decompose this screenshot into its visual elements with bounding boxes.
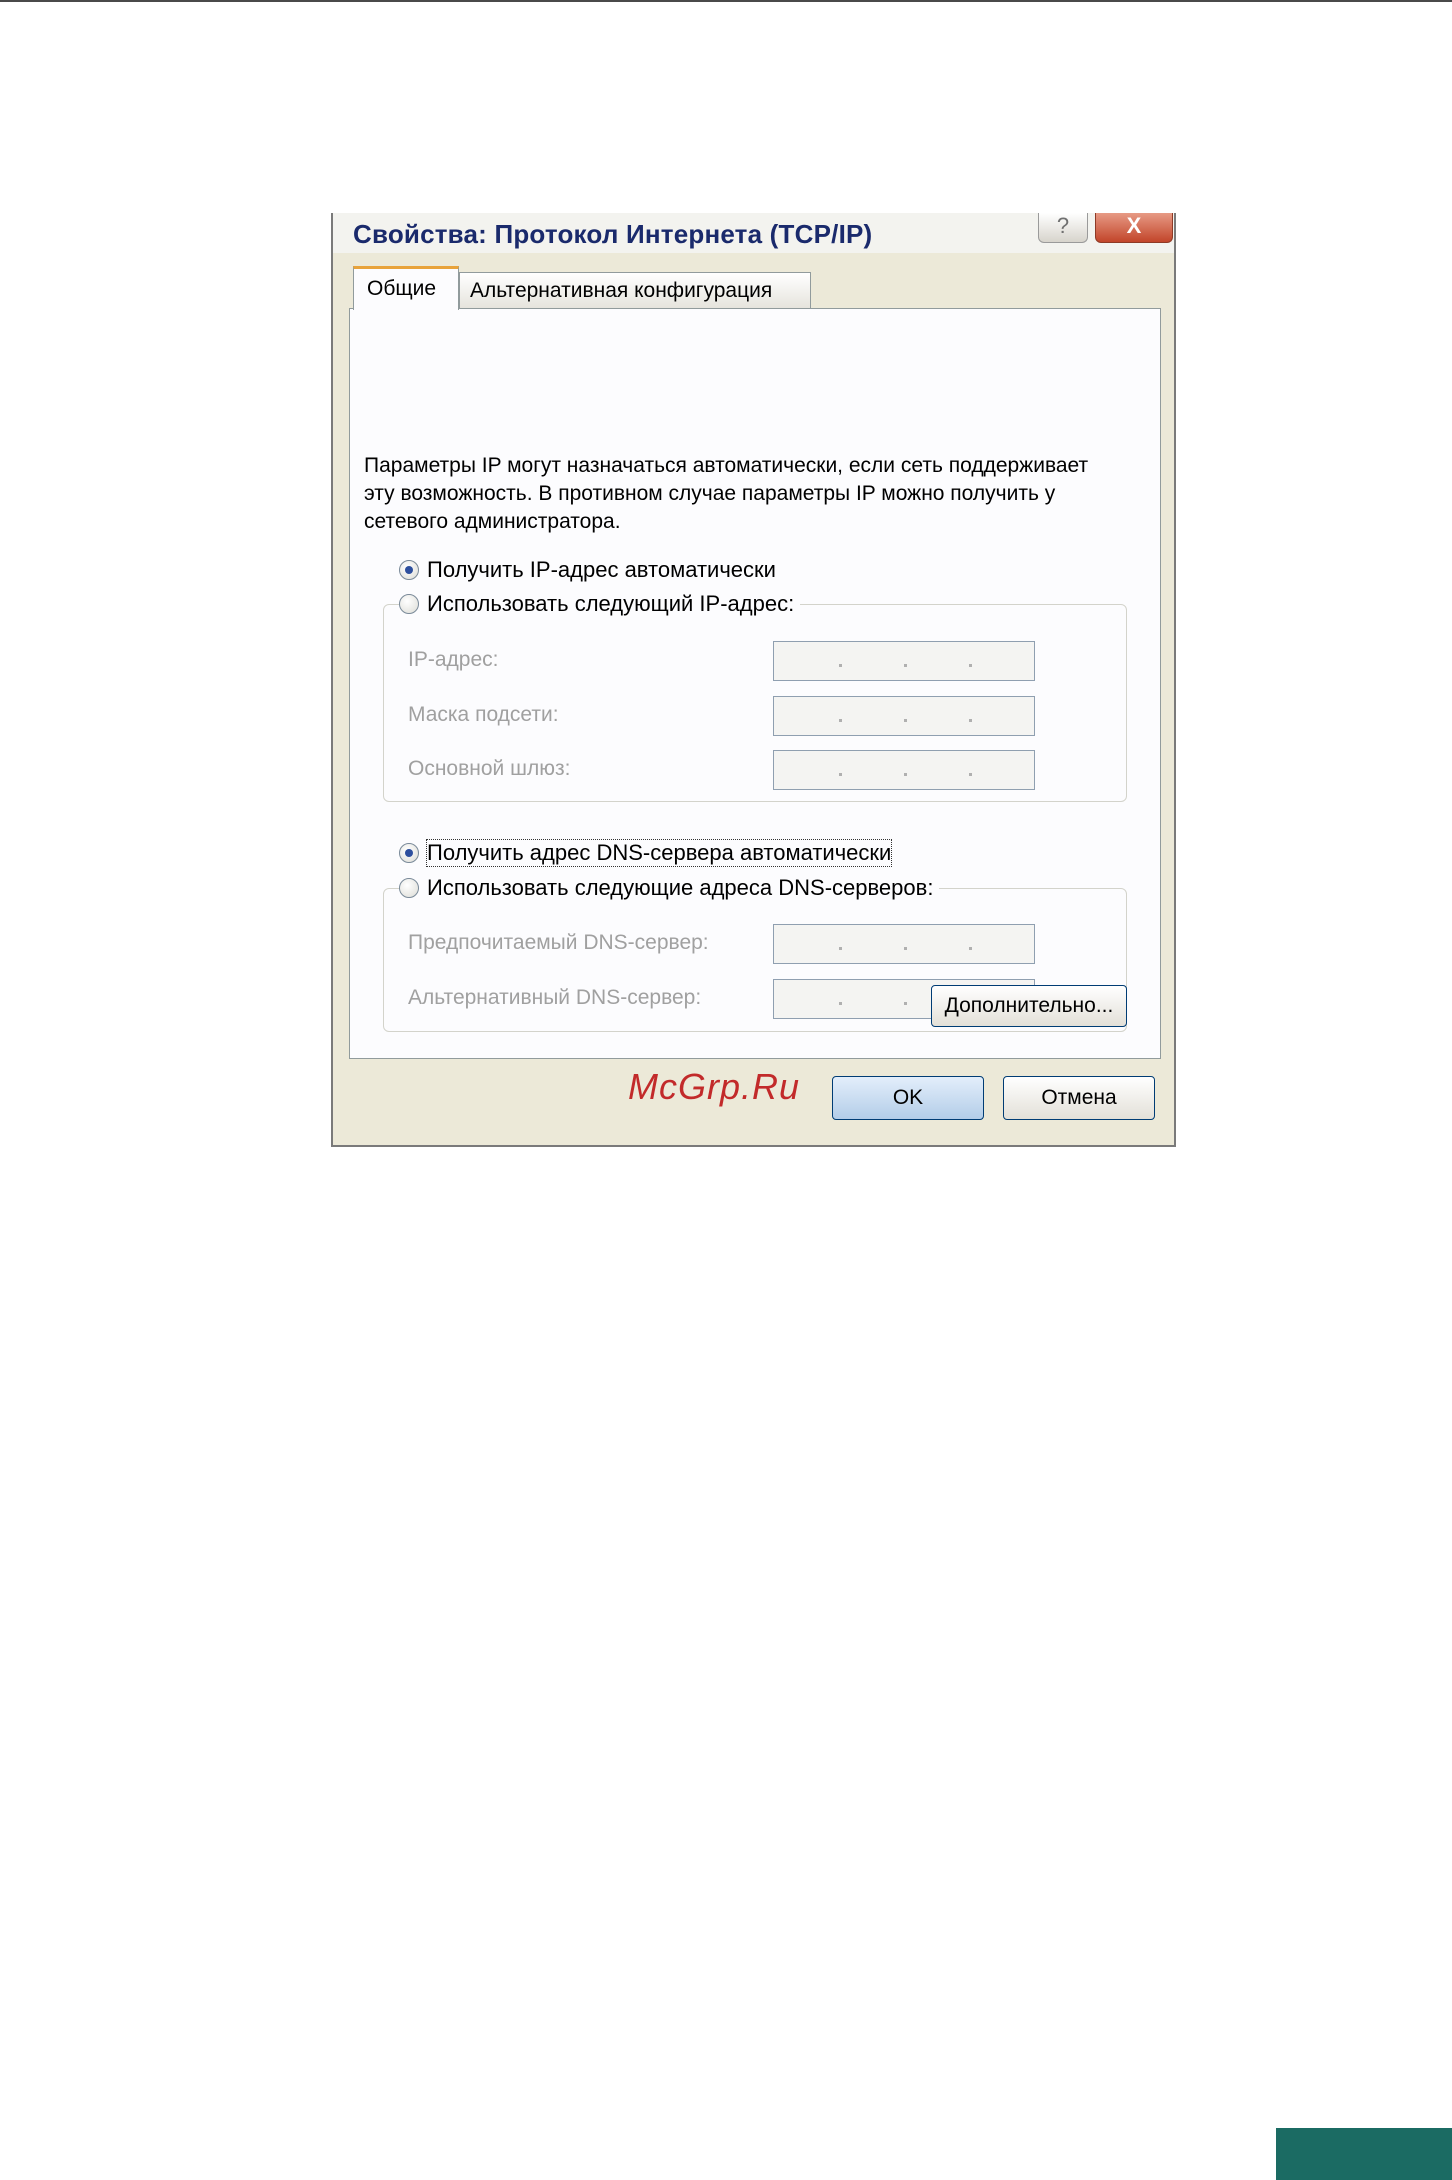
tcpip-properties-dialog: Свойства: Протокол Интернета (TCP/IP) ? … [331,213,1176,1147]
help-button[interactable]: ? [1038,213,1088,243]
radio-ip-manual-label: Использовать следующий IP-адрес: [427,591,795,616]
default-gateway-label: Основной шлюз: [408,757,571,780]
watermark: McGrp.Ru [628,1066,801,1107]
alternate-dns-label: Альтернативный DNS-сервер: [408,986,702,1009]
ip-address-label: IP-адрес: [408,648,499,671]
radio-ip-auto[interactable]: Получить IP-адрес автоматически [399,557,776,583]
window-title: Свойства: Протокол Интернета (TCP/IP) [353,219,873,249]
radio-dns-auto[interactable]: Получить адрес DNS-сервера автоматически [399,839,893,867]
page-corner-tab [1276,2128,1452,2180]
subnet-mask-label: Маска подсети: [408,703,559,726]
ip-address-input[interactable] [773,641,1035,681]
page-top-rule [0,0,1452,2]
cancel-button[interactable]: Отмена [1003,1076,1155,1120]
radio-dns-manual-indicator[interactable] [399,878,419,898]
preferred-dns-label: Предпочитаемый DNS-сервер: [408,931,709,954]
tab-general[interactable]: Общие [353,266,459,310]
radio-ip-auto-label: Получить IP-адрес автоматически [427,557,776,582]
close-button[interactable]: X [1095,213,1173,243]
radio-dns-manual-label: Использовать следующие адреса DNS-сервер… [427,875,934,900]
radio-ip-auto-indicator[interactable] [399,560,419,580]
radio-dns-auto-label: Получить адрес DNS-сервера автоматически [425,839,893,867]
radio-ip-manual[interactable]: Использовать следующий IP-адрес: [399,591,801,617]
radio-dns-manual[interactable]: Использовать следующие адреса DNS-сервер… [399,875,940,901]
radio-dns-auto-indicator[interactable] [399,843,419,863]
close-icon: X [1126,213,1142,238]
title-bar: Свойства: Протокол Интернета (TCP/IP) ? … [333,213,1174,253]
default-gateway-input[interactable] [773,750,1035,790]
ok-button[interactable]: OK [832,1076,984,1120]
advanced-button[interactable]: Дополнительно... [931,985,1127,1027]
radio-ip-manual-indicator[interactable] [399,594,419,614]
tab-alternate-config[interactable]: Альтернативная конфигурация [459,272,811,308]
help-icon: ? [1056,213,1070,238]
subnet-mask-input[interactable] [773,696,1035,736]
description-text: Параметры IP могут назначаться автоматич… [364,454,1089,533]
preferred-dns-input[interactable] [773,924,1035,964]
